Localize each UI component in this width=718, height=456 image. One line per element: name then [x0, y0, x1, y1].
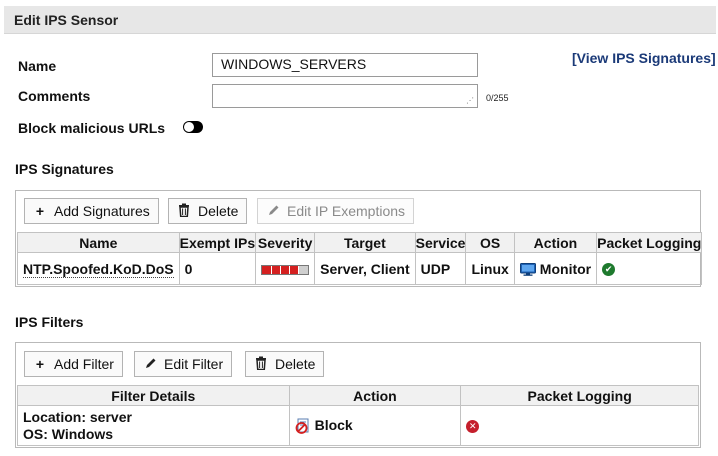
column-header-filter-details[interactable]: Filter Details	[17, 385, 290, 406]
x-circle-icon: ✕	[466, 420, 480, 434]
column-header-action[interactable]: Action	[288, 385, 462, 406]
ips-filters-panel: + Add Filter Edit Filter Delete Filter D…	[15, 342, 701, 448]
column-header-exempt-ips[interactable]: Exempt IPs	[178, 232, 257, 253]
target-cell: Server, Client	[314, 252, 416, 285]
table-header-row: Name Exempt IPs Severity Target Service …	[17, 232, 703, 253]
monitor-icon	[519, 263, 536, 277]
ips-filters-table: Filter Details Action Packet Logging Loc…	[17, 385, 699, 446]
pencil-icon	[143, 357, 157, 372]
filter-os: OS: Windows	[23, 425, 114, 442]
ips-signatures-title: IPS Signatures	[15, 161, 114, 177]
column-header-name[interactable]: Name	[17, 232, 180, 253]
page-title: Edit IPS Sensor	[14, 12, 119, 28]
action-label: Monitor	[539, 260, 592, 277]
add-filter-button[interactable]: + Add Filter	[24, 351, 123, 377]
delete-signature-label: Delete	[198, 203, 239, 219]
delete-signature-button[interactable]: Delete	[168, 198, 248, 224]
column-header-target[interactable]: Target	[314, 232, 416, 253]
edit-ip-exemptions-label: Edit IP Exemptions	[287, 203, 406, 219]
ips-signatures-panel: + Add Signatures Delete Edit IP Exemptio…	[15, 190, 703, 287]
edit-filter-button[interactable]: Edit Filter	[134, 351, 233, 377]
packet-logging-cell: ✔	[596, 252, 703, 285]
trash-icon	[254, 356, 268, 372]
edit-filter-label: Edit Filter	[164, 356, 224, 372]
block-urls-toggle[interactable]	[183, 121, 203, 133]
filter-action-cell: Block	[288, 405, 462, 446]
table-row[interactable]: NTP.Spoofed.KoD.DoS 0 Server, Client UDP…	[17, 252, 703, 285]
filter-location: Location: server	[23, 408, 132, 425]
table-row[interactable]: Location: server OS: Windows Block ✕	[17, 405, 699, 446]
os-cell: Linux	[465, 252, 515, 285]
exempt-ips-cell: 0	[178, 252, 257, 285]
comments-char-counter: 0/255	[486, 93, 509, 103]
ips-signatures-table: Name Exempt IPs Severity Target Service …	[17, 232, 703, 285]
dialog-header: Edit IPS Sensor	[4, 6, 716, 34]
plus-icon: +	[35, 356, 45, 372]
pencil-icon	[266, 204, 280, 219]
column-header-packet-logging[interactable]: Packet Logging	[460, 385, 699, 406]
toggle-knob	[184, 122, 194, 132]
check-circle-icon: ✔	[602, 263, 616, 277]
severity-cell	[255, 252, 316, 285]
column-header-action[interactable]: Action	[513, 232, 598, 253]
block-icon	[295, 418, 309, 435]
column-header-service[interactable]: Service	[414, 232, 467, 253]
filter-details-cell: Location: server OS: Windows	[17, 405, 290, 446]
service-cell: UDP	[414, 252, 467, 285]
plus-icon: +	[35, 203, 45, 219]
delete-filter-label: Delete	[275, 356, 316, 372]
comments-label: Comments	[18, 88, 91, 104]
column-header-packet-logging[interactable]: Packet Logging	[596, 232, 703, 253]
severity-bar	[261, 264, 310, 275]
delete-filter-button[interactable]: Delete	[245, 351, 325, 377]
resize-handle-icon[interactable]: ⋰	[466, 97, 474, 105]
column-header-os[interactable]: OS	[465, 232, 515, 253]
table-header-row: Filter Details Action Packet Logging	[17, 385, 699, 406]
signature-name-cell[interactable]: NTP.Spoofed.KoD.DoS	[17, 252, 180, 285]
filter-packet-logging-cell: ✕	[460, 405, 699, 446]
add-signatures-label: Add Signatures	[54, 203, 150, 219]
edit-ip-exemptions-button[interactable]: Edit IP Exemptions	[257, 198, 415, 224]
filter-action-label: Block	[314, 416, 353, 433]
add-signatures-button[interactable]: + Add Signatures	[24, 198, 159, 224]
add-filter-label: Add Filter	[54, 356, 114, 372]
name-label: Name	[18, 58, 57, 74]
column-header-severity[interactable]: Severity	[255, 232, 316, 253]
block-urls-label: Block malicious URLs	[18, 120, 166, 136]
comments-textarea[interactable]: ⋰	[212, 84, 478, 108]
trash-icon	[177, 203, 191, 219]
ips-filters-title: IPS Filters	[15, 314, 84, 330]
name-input[interactable]: WINDOWS_SERVERS	[212, 53, 478, 77]
action-cell: Monitor	[513, 252, 598, 285]
signature-name[interactable]: NTP.Spoofed.KoD.DoS	[23, 260, 174, 278]
view-ips-signatures-link[interactable]: [View IPS Signatures]	[572, 50, 716, 66]
